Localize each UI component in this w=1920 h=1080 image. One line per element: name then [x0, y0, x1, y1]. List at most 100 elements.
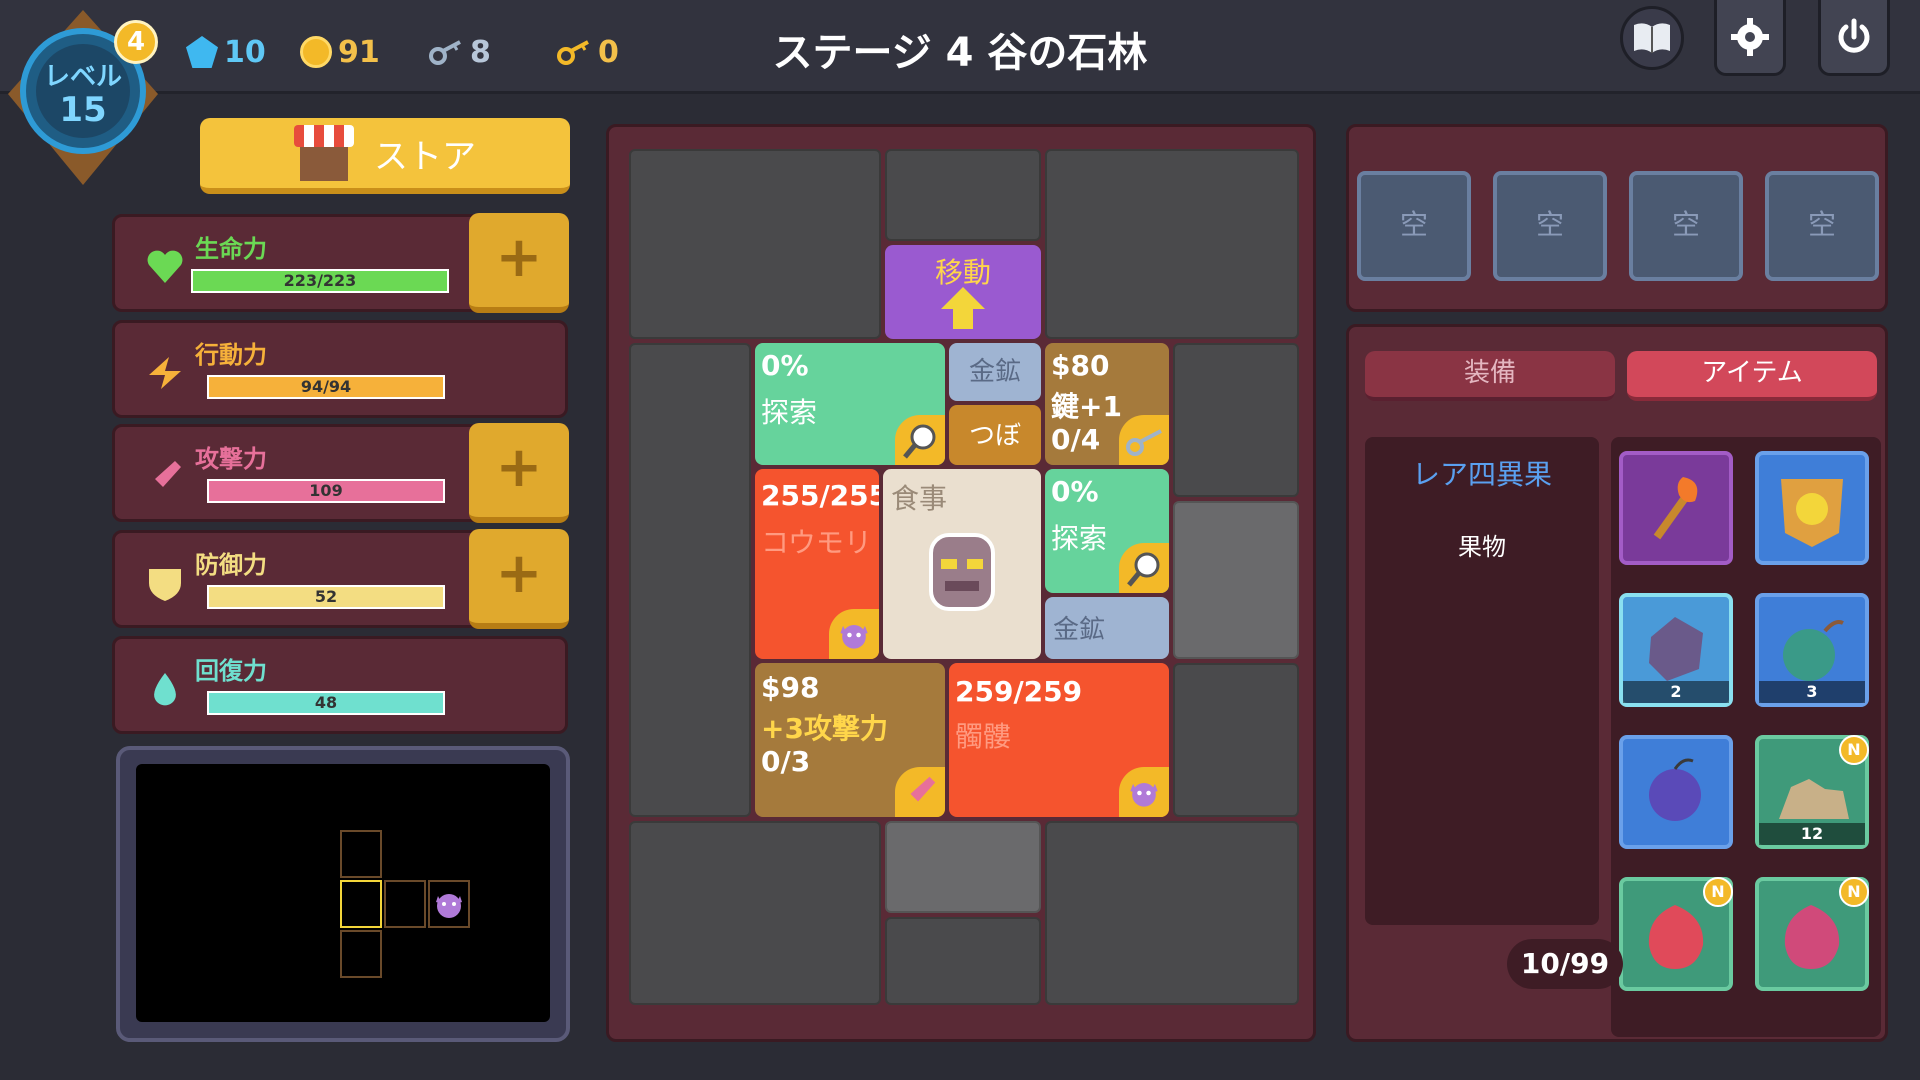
item-count: 3 [1759, 681, 1865, 703]
minimap-screen [136, 764, 550, 1022]
tab-equipment[interactable]: 装備 [1365, 351, 1615, 401]
atk-plus-button[interactable]: + [469, 423, 569, 523]
arrow-up-icon [941, 287, 985, 329]
stone-tile [1045, 821, 1299, 1005]
key-icon [1126, 429, 1162, 456]
quick-slot[interactable]: 空 [1765, 171, 1879, 281]
gem-icon [186, 36, 218, 68]
devil-icon [436, 894, 462, 918]
silver-key-count: 8 [470, 34, 491, 70]
minimap-room [340, 830, 382, 878]
stat-hp-bar: 223/223 [191, 269, 449, 293]
explore-percent: 0% [1051, 475, 1099, 508]
item-type: 果物 [1458, 533, 1506, 561]
stat-atk: 攻撃力 109 + [112, 423, 569, 523]
inventory-item[interactable]: 3 [1755, 593, 1869, 707]
quick-slot[interactable]: 空 [1493, 171, 1607, 281]
inventory-item[interactable]: N 12 [1755, 735, 1869, 849]
coin-icon [300, 36, 332, 68]
stat-atk-bar: 109 [207, 479, 445, 503]
stone-tile [885, 149, 1041, 241]
quick-slot[interactable]: 空 [1357, 171, 1471, 281]
skull-hp: 259/259 [955, 675, 1083, 708]
level-badge[interactable]: レベル 15 4 [8, 4, 158, 185]
stat-def-name: 防御力 [195, 551, 267, 579]
item-count: 2 [1623, 681, 1729, 703]
stone-tile-light [885, 821, 1041, 913]
inventory-grid: 2 3 N 12 N N [1611, 437, 1881, 1037]
power-button[interactable] [1818, 0, 1890, 76]
inventory-item[interactable] [1755, 451, 1869, 565]
level-number: 15 [59, 90, 107, 130]
settings-button[interactable] [1714, 0, 1786, 76]
magnifier-icon [903, 424, 936, 459]
inventory-panel: 装備 アイテム レア四異果 果物 2 3 N 12 N N 10/99 [1346, 324, 1888, 1042]
hp-plus-button[interactable]: + [469, 213, 569, 313]
blue-berry-icon [1649, 758, 1701, 821]
shop-item: 鍵+1 [1051, 390, 1122, 423]
inventory-item[interactable]: N [1619, 877, 1733, 991]
stone-tile [885, 917, 1041, 1005]
torch-icon [1653, 477, 1698, 540]
pot-tile[interactable]: つぼ [949, 405, 1041, 465]
game-board: 移動 0% 探索 金鉱 つぼ $80 鍵+1 0/4 255/255 コウモリ [606, 124, 1316, 1042]
book-icon [1634, 23, 1670, 53]
quick-slot[interactable]: 空 [1629, 171, 1743, 281]
inventory-item[interactable]: 2 [1619, 593, 1733, 707]
journal-button[interactable] [1620, 6, 1684, 70]
minimap-room [384, 880, 426, 928]
inventory-item[interactable] [1619, 451, 1733, 565]
minimap[interactable] [116, 746, 570, 1042]
gold-mine-tile[interactable]: 金鉱 [1045, 597, 1169, 659]
stat-ap: 行動力 94/94 [112, 320, 568, 418]
stone-tile [629, 343, 751, 817]
devil-icon [1130, 783, 1158, 807]
inventory-item[interactable]: N [1755, 877, 1869, 991]
meal-tile[interactable]: 食事 [883, 469, 1041, 659]
shop-tile-key[interactable]: $80 鍵+1 0/4 [1045, 343, 1169, 465]
top-bar: レベル 15 4 10 91 8 0 ステージ 4 谷の石林 [0, 0, 1920, 185]
shop-icon [294, 125, 354, 181]
stone-tile [1173, 663, 1299, 817]
store-button[interactable]: ストア [200, 118, 570, 194]
skull-name: 髑髏 [955, 720, 1012, 753]
minimap-room [340, 930, 382, 978]
devil-icon [840, 625, 868, 649]
stat-atk-name: 攻撃力 [195, 445, 267, 473]
stat-regen: 回復力 48 [112, 636, 568, 734]
pot-label: つぼ [968, 421, 1021, 451]
level-inner: レベル 15 [36, 44, 130, 138]
gold-key-count: 0 [598, 34, 619, 70]
explore-label: 探索 [761, 396, 818, 429]
explore-tile[interactable]: 0% 探索 [755, 343, 945, 465]
level-label: レベル [43, 62, 122, 92]
coin-counter: 91 [300, 32, 380, 72]
gold-mine-tile[interactable]: 金鉱 [949, 343, 1041, 401]
item-count: 12 [1759, 823, 1865, 845]
shop-item: +3攻撃力 [761, 712, 888, 745]
stone-tile [629, 821, 881, 1005]
silver-key-icon [429, 40, 461, 65]
gem-counter: 10 [186, 32, 266, 72]
bat-enemy-tile[interactable]: 255/255 コウモリ [755, 469, 879, 659]
explore-tile[interactable]: 0% 探索 [1045, 469, 1169, 593]
gear-icon [1731, 17, 1769, 56]
lightning-icon [149, 357, 181, 389]
gold-mine-label: 金鉱 [1053, 615, 1106, 645]
def-plus-button[interactable]: + [469, 529, 569, 629]
minimap-current-room [340, 880, 382, 928]
stat-hp-name: 生命力 [195, 235, 267, 263]
shop-stock: 0/4 [1051, 423, 1101, 456]
stat-ap-value: 94/94 [300, 377, 352, 396]
quick-slots-panel: 空 空 空 空 [1346, 124, 1888, 312]
stat-def-value: 52 [314, 587, 338, 606]
tab-items[interactable]: アイテム [1627, 351, 1877, 401]
skull-enemy-tile[interactable]: 259/259 髑髏 [949, 663, 1169, 817]
inventory-item[interactable] [1619, 735, 1733, 849]
gold-key-counter: 0 [556, 32, 619, 72]
stone-tile [1045, 149, 1299, 339]
move-tile[interactable]: 移動 [885, 245, 1041, 339]
stat-ap-name: 行動力 [195, 341, 267, 369]
golden-shield-icon [1781, 479, 1843, 547]
shop-tile-attack[interactable]: $98 +3攻撃力 0/3 [755, 663, 945, 817]
